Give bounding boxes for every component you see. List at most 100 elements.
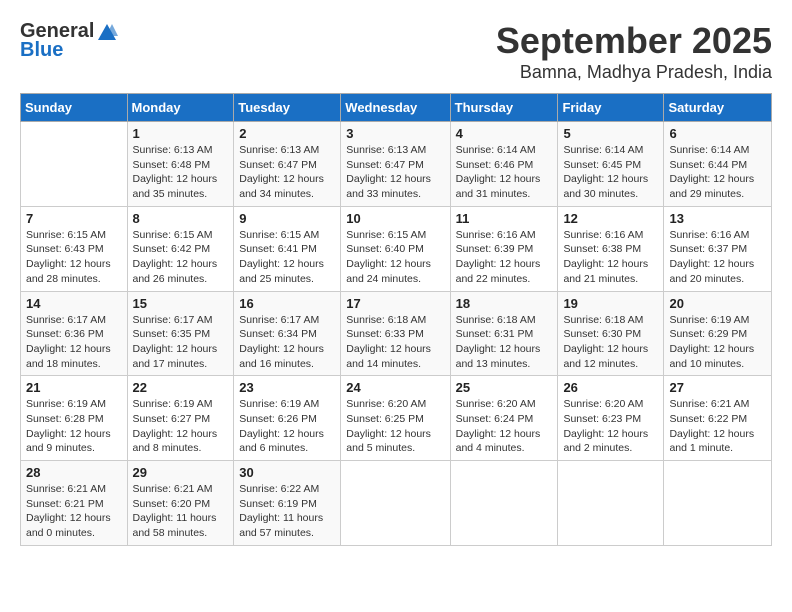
cell-day-number: 11 (456, 211, 553, 226)
calendar-cell: 26Sunrise: 6:20 AM Sunset: 6:23 PM Dayli… (558, 376, 664, 461)
calendar-table: SundayMondayTuesdayWednesdayThursdayFrid… (20, 93, 772, 546)
calendar-day-header: Friday (558, 94, 664, 122)
calendar-cell: 10 Sunrise: 6:15 AM Sunset: 6:40 PM Dayli… (341, 206, 450, 291)
cell-day-number: 24 (346, 380, 444, 395)
calendar-day-header: Saturday (664, 94, 772, 122)
calendar-cell: 13 Sunrise: 6:16 AM Sunset: 6:37 PM Dayli… (664, 206, 772, 291)
calendar-cell: 30 Sunrise: 6:22 AM Sunset: 6:19 PM Dayli… (234, 461, 341, 546)
calendar-cell: 24 Sunrise: 6:20 AM Sunset: 6:25 PM Dayli… (341, 376, 450, 461)
cell-day-number: 6 (669, 126, 766, 141)
calendar-cell: 19 Sunrise: 6:18 AM Sunset: 6:30 PM Dayli… (558, 291, 664, 376)
calendar-cell: 8 Sunrise: 6:15 AM Sunset: 6:42 PM Daylig… (127, 206, 234, 291)
cell-info-text: Sunrise: 6:17 AM Sunset: 6:35 PM Dayligh… (133, 313, 229, 372)
cell-info-text: Sunrise: 6:19 AM Sunset: 6:29 PM Dayligh… (669, 313, 766, 372)
cell-day-number: 15 (133, 296, 229, 311)
calendar-day-header: Tuesday (234, 94, 341, 122)
cell-info-text: Sunrise: 6:14 AM Sunset: 6:46 PM Dayligh… (456, 143, 553, 202)
calendar-cell (558, 461, 664, 546)
calendar-cell: 23 Sunrise: 6:19 AM Sunset: 6:26 PM Dayli… (234, 376, 341, 461)
cell-day-number: 22 (133, 380, 229, 395)
cell-info-text: Sunrise: 6:22 AM Sunset: 6:19 PM Dayligh… (239, 482, 335, 541)
cell-info-text: Sunrise: 6:21 AM Sunset: 6:21 PM Dayligh… (26, 482, 122, 541)
calendar-cell: 14Sunrise: 6:17 AM Sunset: 6:36 PM Dayli… (21, 291, 128, 376)
calendar-cell: 28 Sunrise: 6:21 AM Sunset: 6:21 PM Dayli… (21, 461, 128, 546)
cell-day-number: 5 (563, 126, 658, 141)
cell-day-number: 25 (456, 380, 553, 395)
calendar-cell: 17 Sunrise: 6:18 AM Sunset: 6:33 PM Dayli… (341, 291, 450, 376)
cell-day-number: 30 (239, 465, 335, 480)
cell-info-text: Sunrise: 6:15 AM Sunset: 6:40 PM Dayligh… (346, 228, 444, 287)
cell-day-number: 26 (563, 380, 658, 395)
location-title: Bamna, Madhya Pradesh, India (496, 62, 772, 83)
cell-day-number: 23 (239, 380, 335, 395)
calendar-week-row: 28 Sunrise: 6:21 AM Sunset: 6:21 PM Dayli… (21, 461, 772, 546)
cell-info-text: Sunrise: 6:19 AM Sunset: 6:26 PM Dayligh… (239, 397, 335, 456)
cell-day-number: 1 (133, 126, 229, 141)
cell-day-number: 16 (239, 296, 335, 311)
calendar-cell: 2 Sunrise: 6:13 AM Sunset: 6:47 PM Daylig… (234, 122, 341, 207)
calendar-cell (341, 461, 450, 546)
calendar-week-row: 1 Sunrise: 6:13 AM Sunset: 6:48 PM Daylig… (21, 122, 772, 207)
cell-day-number: 8 (133, 211, 229, 226)
cell-day-number: 3 (346, 126, 444, 141)
calendar-cell: 22 Sunrise: 6:19 AM Sunset: 6:27 PM Dayli… (127, 376, 234, 461)
cell-info-text: Sunrise: 6:16 AM Sunset: 6:38 PM Dayligh… (563, 228, 658, 287)
calendar-day-header: Thursday (450, 94, 558, 122)
cell-info-text: Sunrise: 6:18 AM Sunset: 6:30 PM Dayligh… (563, 313, 658, 372)
cell-day-number: 21 (26, 380, 122, 395)
cell-day-number: 19 (563, 296, 658, 311)
cell-info-text: Sunrise: 6:20 AM Sunset: 6:25 PM Dayligh… (346, 397, 444, 456)
cell-info-text: Sunrise: 6:16 AM Sunset: 6:37 PM Dayligh… (669, 228, 766, 287)
calendar-cell: 1 Sunrise: 6:13 AM Sunset: 6:48 PM Daylig… (127, 122, 234, 207)
cell-info-text: Sunrise: 6:18 AM Sunset: 6:33 PM Dayligh… (346, 313, 444, 372)
cell-info-text: Sunrise: 6:13 AM Sunset: 6:48 PM Dayligh… (133, 143, 229, 202)
calendar-cell (450, 461, 558, 546)
cell-info-text: Sunrise: 6:15 AM Sunset: 6:41 PM Dayligh… (239, 228, 335, 287)
cell-day-number: 27 (669, 380, 766, 395)
calendar-cell: 4 Sunrise: 6:14 AM Sunset: 6:46 PM Daylig… (450, 122, 558, 207)
cell-info-text: Sunrise: 6:13 AM Sunset: 6:47 PM Dayligh… (346, 143, 444, 202)
cell-info-text: Sunrise: 6:21 AM Sunset: 6:20 PM Dayligh… (133, 482, 229, 541)
cell-info-text: Sunrise: 6:15 AM Sunset: 6:42 PM Dayligh… (133, 228, 229, 287)
calendar-cell: 6Sunrise: 6:14 AM Sunset: 6:44 PM Daylig… (664, 122, 772, 207)
calendar-cell: 16 Sunrise: 6:17 AM Sunset: 6:34 PM Dayli… (234, 291, 341, 376)
cell-info-text: Sunrise: 6:19 AM Sunset: 6:27 PM Dayligh… (133, 397, 229, 456)
cell-info-text: Sunrise: 6:15 AM Sunset: 6:43 PM Dayligh… (26, 228, 122, 287)
calendar-cell: 12Sunrise: 6:16 AM Sunset: 6:38 PM Dayli… (558, 206, 664, 291)
cell-info-text: Sunrise: 6:21 AM Sunset: 6:22 PM Dayligh… (669, 397, 766, 456)
cell-day-number: 17 (346, 296, 444, 311)
calendar-cell: 29Sunrise: 6:21 AM Sunset: 6:20 PM Dayli… (127, 461, 234, 546)
month-title: September 2025 (496, 20, 772, 62)
cell-day-number: 28 (26, 465, 122, 480)
cell-info-text: Sunrise: 6:20 AM Sunset: 6:24 PM Dayligh… (456, 397, 553, 456)
cell-day-number: 2 (239, 126, 335, 141)
logo-icon (96, 22, 118, 42)
calendar-cell: 11Sunrise: 6:16 AM Sunset: 6:39 PM Dayli… (450, 206, 558, 291)
page-header: General Blue September 2025 Bamna, Madhy… (20, 20, 772, 83)
cell-day-number: 4 (456, 126, 553, 141)
calendar-cell: 15 Sunrise: 6:17 AM Sunset: 6:35 PM Dayli… (127, 291, 234, 376)
calendar-day-header: Sunday (21, 94, 128, 122)
logo: General Blue (20, 20, 118, 62)
cell-day-number: 20 (669, 296, 766, 311)
logo-blue-text: Blue (20, 39, 63, 62)
cell-info-text: Sunrise: 6:13 AM Sunset: 6:47 PM Dayligh… (239, 143, 335, 202)
cell-day-number: 7 (26, 211, 122, 226)
calendar-week-row: 21 Sunrise: 6:19 AM Sunset: 6:28 PM Dayli… (21, 376, 772, 461)
cell-info-text: Sunrise: 6:17 AM Sunset: 6:36 PM Dayligh… (26, 313, 122, 372)
cell-day-number: 10 (346, 211, 444, 226)
calendar-cell: 18Sunrise: 6:18 AM Sunset: 6:31 PM Dayli… (450, 291, 558, 376)
calendar-cell: 27 Sunrise: 6:21 AM Sunset: 6:22 PM Dayli… (664, 376, 772, 461)
calendar-cell: 21 Sunrise: 6:19 AM Sunset: 6:28 PM Dayli… (21, 376, 128, 461)
calendar-week-row: 14Sunrise: 6:17 AM Sunset: 6:36 PM Dayli… (21, 291, 772, 376)
calendar-cell: 3 Sunrise: 6:13 AM Sunset: 6:47 PM Daylig… (341, 122, 450, 207)
calendar-cell: 7 Sunrise: 6:15 AM Sunset: 6:43 PM Daylig… (21, 206, 128, 291)
calendar-cell: 25 Sunrise: 6:20 AM Sunset: 6:24 PM Dayli… (450, 376, 558, 461)
cell-day-number: 13 (669, 211, 766, 226)
cell-info-text: Sunrise: 6:17 AM Sunset: 6:34 PM Dayligh… (239, 313, 335, 372)
calendar-day-header: Monday (127, 94, 234, 122)
calendar-cell: 5Sunrise: 6:14 AM Sunset: 6:45 PM Daylig… (558, 122, 664, 207)
title-area: September 2025 Bamna, Madhya Pradesh, In… (496, 20, 772, 83)
cell-info-text: Sunrise: 6:18 AM Sunset: 6:31 PM Dayligh… (456, 313, 553, 372)
cell-info-text: Sunrise: 6:19 AM Sunset: 6:28 PM Dayligh… (26, 397, 122, 456)
